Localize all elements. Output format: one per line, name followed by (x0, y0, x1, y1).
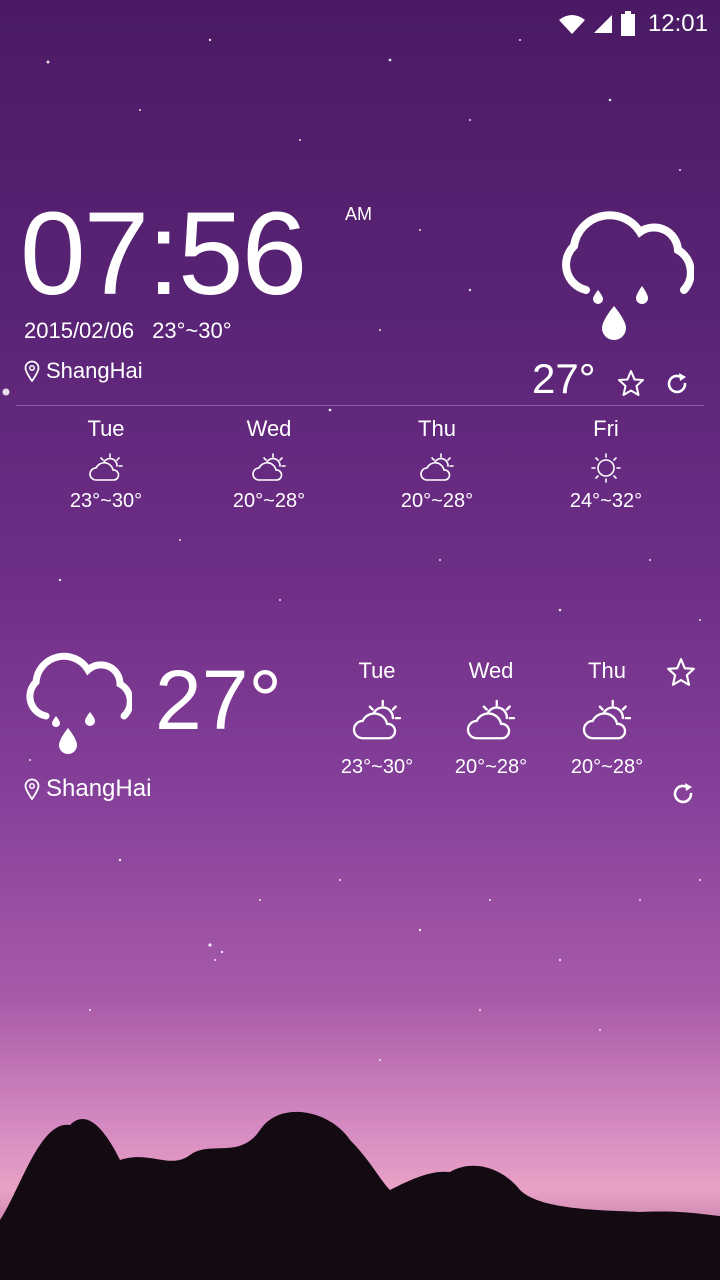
forecast-day-label: Tue (358, 658, 396, 683)
forecast-day-label: Fri (593, 416, 619, 441)
today-range: 23°~30° (152, 318, 232, 343)
current-temp-2: 27° (155, 653, 283, 747)
forecast-day[interactable]: Thu 20°~28° (367, 416, 507, 513)
forecast-day[interactable]: Fri 24°~32° (536, 416, 676, 513)
date-text: 2015/02/06 (24, 318, 135, 343)
status-bar: 12:01 (0, 0, 720, 48)
location-1[interactable]: ShangHai (24, 358, 143, 384)
location-pin-icon (24, 778, 40, 800)
favorite-star-icon[interactable] (666, 657, 696, 687)
status-time: 12:01 (647, 10, 708, 37)
forecast-range: 24°~32° (569, 490, 643, 512)
forecast-day[interactable]: Wed 20°~28° (434, 658, 548, 779)
location-name: ShangHai (46, 358, 143, 383)
partly-cloudy-icon (89, 453, 123, 481)
rain-cloud-icon (562, 211, 694, 340)
signal-icon (593, 15, 612, 33)
forecast-day-label: Thu (418, 416, 456, 441)
forecast-range: 20°~28° (454, 756, 528, 778)
location-pin-icon (24, 360, 40, 382)
sunny-icon (591, 453, 621, 483)
partly-cloudy-icon (352, 699, 402, 740)
location-2[interactable]: ShangHai (24, 775, 151, 803)
forecast-day[interactable]: Tue 23°~30° (36, 416, 176, 513)
forecast-day[interactable]: Tue 23°~30° (320, 658, 434, 779)
wifi-icon (558, 15, 585, 34)
date-row: 2015/02/06 23°~30° (24, 318, 232, 344)
forecast-range: 20°~28° (570, 756, 644, 778)
forecast-day-label: Tue (87, 416, 125, 441)
forecast-day[interactable]: Wed 20°~28° (199, 416, 339, 513)
location-name: ShangHai (46, 775, 152, 802)
battery-icon (620, 11, 635, 36)
forecast-range: 23°~30° (69, 490, 143, 512)
current-temp-1: 27° (532, 355, 596, 402)
clock-ampm: AM (345, 204, 372, 224)
tree-silhouette (0, 1111, 720, 1280)
partly-cloudy-icon (582, 699, 632, 740)
refresh-icon[interactable] (670, 781, 696, 807)
forecast-range: 20°~28° (400, 490, 474, 512)
favorite-star-icon[interactable] (617, 369, 645, 397)
clock-time[interactable]: 07:56 (20, 195, 307, 313)
partly-cloudy-icon (466, 699, 516, 740)
partly-cloudy-icon (420, 453, 454, 481)
refresh-icon[interactable] (664, 371, 690, 397)
forecast-day-label: Thu (588, 658, 626, 683)
rain-cloud-icon (26, 652, 132, 754)
forecast-day[interactable]: Thu 20°~28° (550, 658, 664, 779)
forecast-day-label: Wed (468, 658, 514, 683)
partly-cloudy-icon (252, 453, 286, 481)
forecast-day-label: Wed (246, 416, 292, 441)
divider (16, 405, 704, 406)
forecast-range: 20°~28° (232, 490, 306, 512)
forecast-range: 23°~30° (340, 756, 414, 778)
